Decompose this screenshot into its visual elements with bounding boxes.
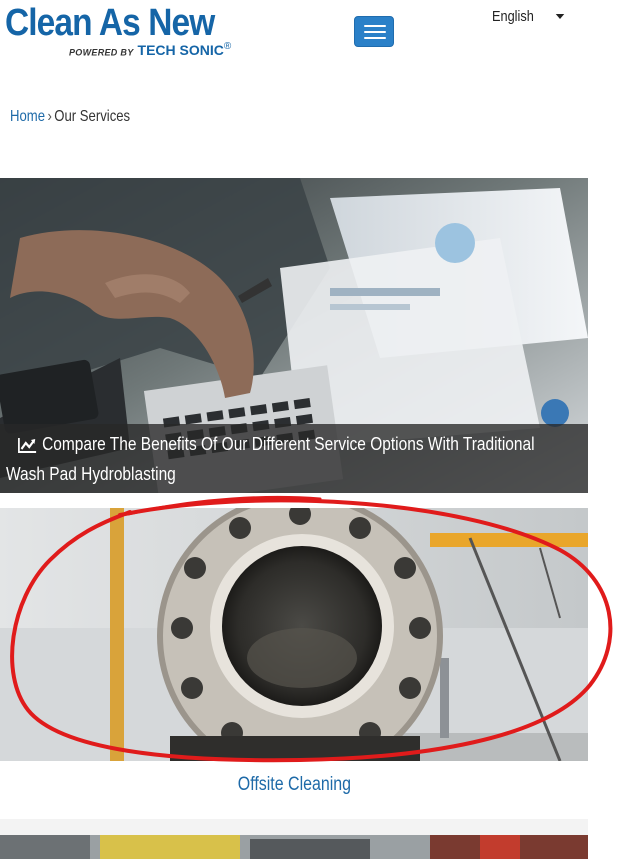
logo-wordmark: Clean As New [5,2,215,44]
breadcrumb-separator: › [47,108,52,125]
language-label: English [492,7,534,25]
logo-brand: TECH SONIC [137,42,224,59]
logo-registered-mark: ® [223,41,232,52]
logo-powered-by: POWERED BY [69,47,134,58]
offsite-cleaning-link[interactable]: Offsite Cleaning [0,774,588,796]
breadcrumb: Home › Our Services [10,108,130,126]
breadcrumb-home-link[interactable]: Home [10,108,45,125]
offsite-cleaning-title: Offsite Cleaning [237,774,351,795]
industrial-site-photo [0,835,588,859]
menu-toggle-button[interactable] [354,16,394,47]
clean-as-new-logo[interactable]: Clean As New POWERED BY TECH SONIC® [5,3,235,61]
caret-down-icon [555,13,565,19]
chart-line-icon [18,438,37,454]
compare-benefits-title: Compare The Benefits Of Our Different Se… [6,434,535,484]
next-service-card-image[interactable] [0,835,588,859]
hamburger-menu-icon-bar [364,37,386,39]
language-selector[interactable]: English [492,6,565,26]
card-divider [0,819,588,835]
hamburger-menu-icon-bar [364,25,386,27]
pipe-flange-photo [0,508,588,761]
hamburger-menu-icon-bar [364,31,386,33]
logo-tagline: POWERED BY TECH SONIC® [69,41,231,60]
breadcrumb-current: Our Services [54,108,131,125]
offsite-cleaning-card-image[interactable] [0,508,588,761]
compare-benefits-link[interactable]: Compare The Benefits Of Our Different Se… [6,429,556,489]
site-header: Clean As New POWERED BY TECH SONIC® Engli… [0,0,618,72]
